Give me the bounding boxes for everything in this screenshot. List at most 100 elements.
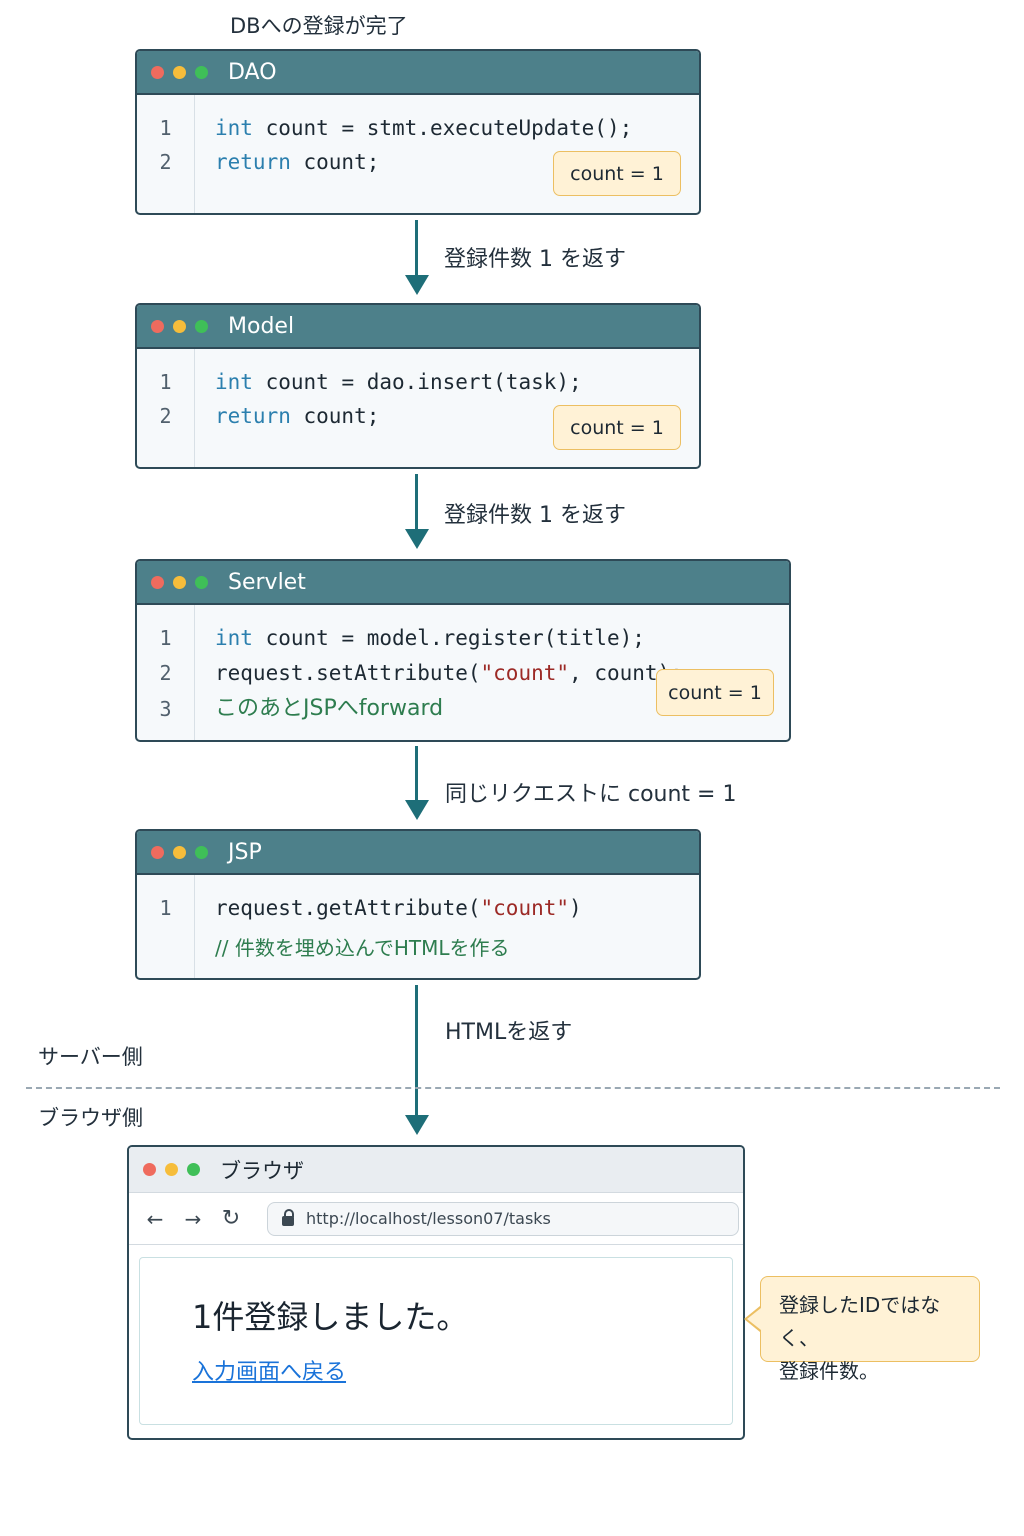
back-arrow-icon[interactable]: ← (145, 1207, 165, 1231)
flow-arrow (415, 985, 418, 1116)
url-text: http://localhost/lesson07/tasks (306, 1209, 551, 1228)
maximize-dot-icon (195, 65, 208, 79)
url-bar[interactable]: http://localhost/lesson07/tasks (267, 1201, 739, 1236)
model-code-area: 1 2 int count = dao.insert(task); return… (137, 349, 699, 467)
servlet-title: Servlet (228, 569, 306, 595)
close-dot-icon (151, 845, 164, 859)
maximize-dot-icon[interactable] (187, 1163, 200, 1176)
model-title: Model (228, 313, 295, 339)
arrow-label: 登録件数 1 を返す (444, 247, 626, 272)
dao-code-area: 1 2 int count = stmt.executeUpdate(); re… (137, 95, 699, 213)
maximize-dot-icon (195, 575, 208, 589)
line-numbers: 1 2 (137, 95, 195, 213)
code-text: count; (290, 150, 380, 174)
code-line: request.setAttribute("count", count); (215, 655, 683, 692)
note-callout: 登録したIDではなく、 登録件数。 (760, 1276, 980, 1383)
lock-icon (282, 1208, 294, 1226)
dao-window: DAO 1 2 int count = stmt.executeUpdate()… (135, 49, 701, 215)
servlet-code: int count = model.register(title); reque… (195, 605, 683, 740)
code-line: int count = dao.insert(task); (215, 365, 582, 399)
line-number: 2 (159, 661, 172, 685)
line-number: 2 (159, 150, 172, 174)
arrowhead-icon (405, 529, 429, 549)
jsp-titlebar: JSP (137, 831, 699, 875)
servlet-code-area: 1 2 3 int count = model.register(title);… (137, 605, 789, 740)
window-controls (151, 65, 208, 79)
forward-arrow-icon[interactable]: → (183, 1207, 203, 1231)
back-to-input-link[interactable]: 入力画面へ戻る (192, 1354, 346, 1386)
servlet-titlebar: Servlet (137, 561, 789, 605)
code-line: int count = model.register(title); (215, 621, 683, 655)
line-number: 2 (159, 404, 172, 428)
minimize-dot-icon (173, 845, 186, 859)
keyword: int (215, 626, 253, 650)
reload-icon[interactable]: ↻ (221, 1206, 241, 1231)
servlet-window: Servlet 1 2 3 int count = model.register… (135, 559, 791, 742)
code-text: count; (290, 404, 380, 428)
code-text: count = model.register(title); (252, 626, 645, 650)
line-numbers: 1 2 (137, 349, 195, 467)
minimize-dot-icon (173, 575, 186, 589)
minimize-dot-icon (173, 319, 186, 333)
window-controls (143, 1163, 200, 1176)
model-titlebar: Model (137, 305, 699, 349)
line-number: 1 (159, 626, 172, 650)
flow-arrow (415, 474, 418, 530)
string-literal: "count" (480, 661, 570, 685)
code-line: int count = stmt.executeUpdate(); (215, 111, 632, 145)
close-dot-icon (151, 65, 164, 79)
keyword: int (215, 116, 253, 140)
browser-side-label: ブラウザ側 (38, 1106, 143, 1130)
count-badge: count = 1 (553, 405, 681, 450)
minimize-dot-icon[interactable] (165, 1163, 178, 1176)
count-badge: count = 1 (656, 669, 774, 716)
server-browser-divider (26, 1087, 1000, 1089)
code-text: count = dao.insert(task); (252, 370, 582, 394)
window-controls (151, 845, 208, 859)
browser-navbar: ← → ↻ http://localhost/lesson07/tasks (129, 1193, 743, 1245)
code-comment: このあとJSPへforward (215, 696, 444, 721)
callout-line: 登録件数。 (779, 1359, 879, 1383)
close-dot-icon[interactable] (143, 1163, 156, 1176)
line-number: 3 (159, 697, 172, 721)
flow-arrow (415, 220, 418, 276)
keyword: int (215, 370, 253, 394)
jsp-code-area: 1 request.getAttribute("count") // 件数を埋め… (137, 875, 699, 978)
top-caption: DBへの登録が完了 (230, 14, 408, 38)
jsp-window: JSP 1 request.getAttribute("count") // 件… (135, 829, 701, 980)
minimize-dot-icon (173, 65, 186, 79)
callout-line: 登録したIDではなく、 (779, 1293, 941, 1350)
window-controls (151, 319, 208, 333)
jsp-code: request.getAttribute("count") // 件数を埋め込ん… (195, 875, 582, 978)
keyword: return (215, 150, 291, 174)
callout-tail-fill (747, 1308, 761, 1330)
browser-window: ブラウザ ← → ↻ http://localhost/lesson07/tas… (127, 1145, 745, 1440)
line-numbers: 1 (137, 875, 195, 978)
code-text: request.getAttribute( (215, 896, 481, 920)
page-content: 1件登録しました。 入力画面へ戻る (139, 1257, 733, 1425)
browser-title: ブラウザ (220, 1158, 304, 1183)
line-number: 1 (159, 370, 172, 394)
code-text: request.setAttribute( (215, 661, 481, 685)
code-text: count = stmt.executeUpdate(); (252, 116, 633, 140)
dao-title: DAO (228, 59, 277, 85)
server-side-label: サーバー側 (38, 1045, 143, 1069)
line-numbers: 1 2 3 (137, 605, 195, 740)
arrow-label: 同じリクエストに count = 1 (445, 782, 737, 807)
maximize-dot-icon (195, 845, 208, 859)
line-number: 1 (159, 896, 172, 920)
arrow-label: HTMLを返す (445, 1020, 573, 1045)
close-dot-icon (151, 319, 164, 333)
arrowhead-icon (405, 800, 429, 820)
code-line: return count; (215, 399, 582, 433)
arrow-label: 登録件数 1 を返す (444, 503, 626, 528)
code-comment: // 件数を埋め込んでHTMLを作る (215, 936, 510, 960)
result-message: 1件登録しました。 (192, 1298, 469, 1336)
string-literal: "count" (480, 896, 570, 920)
code-line: request.getAttribute("count") (215, 891, 582, 925)
flow-arrow (415, 746, 418, 801)
line-number: 1 (159, 116, 172, 140)
jsp-title: JSP (228, 839, 262, 865)
arrowhead-icon (405, 275, 429, 295)
arrowhead-icon (405, 1115, 429, 1135)
